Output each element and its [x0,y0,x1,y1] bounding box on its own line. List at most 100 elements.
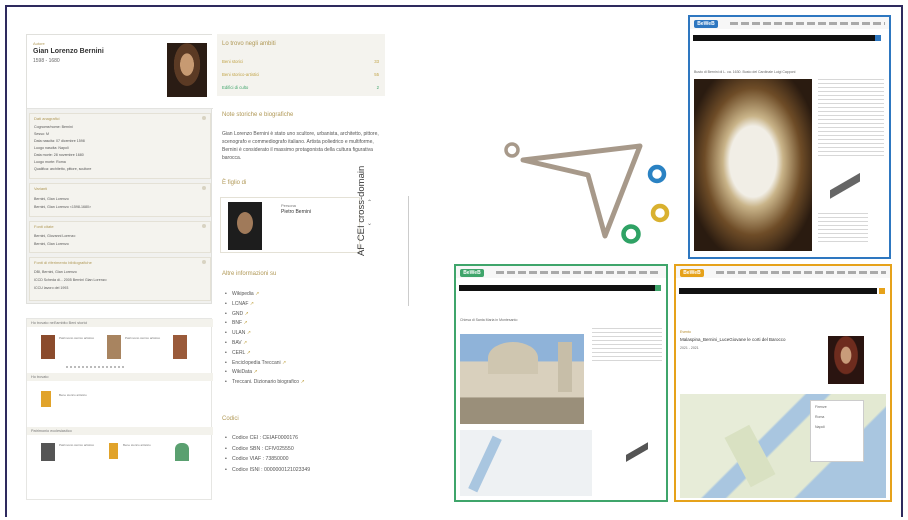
section-anagrafici[interactable]: Dati anagrafici Cognome/nome: Bernini Se… [29,113,211,179]
section-title: Varianti [34,186,48,191]
nav-menu[interactable] [730,22,885,25]
link-gnd[interactable]: GND ↗ [225,311,375,321]
beweb-logo[interactable]: BeWeB [680,269,704,277]
found-count: 2 [376,85,379,90]
bernini-portrait [167,43,207,97]
other-links-list: Wikipedia ↗ LCNAF ↗ GND ↗ BNF ↗ ULAN ↗ B… [225,291,375,389]
beweb-logo[interactable]: BeWeB [694,20,718,28]
external-link-icon: ↗ [243,320,248,327]
section-title: Dati anagrafici [34,116,60,121]
search-bar[interactable] [459,285,655,291]
link-wikidata[interactable]: WikiData ↗ [225,369,375,379]
screenshot-artwork: BeWeB Busto di Bernini di L. ca. 1630. B… [688,15,891,259]
link-bav[interactable]: BAV ↗ [225,340,375,350]
code-sbn: Codice SBN : CFIV025550 [225,446,385,457]
found-link-beni-storici[interactable]: Beni storici [222,59,243,64]
external-link-icon: ↗ [243,339,248,346]
beweb-logo[interactable]: BeWeB [460,269,484,277]
code-isni: Codice ISNI : 0000000121023349 [225,467,385,478]
info-column: Lo trovo negli ambiti Beni storici 33 Be… [217,34,385,504]
expand-icon[interactable] [202,224,206,228]
relation-name[interactable]: Pietro Bernini [281,209,311,215]
chevron-down-icon[interactable]: ⌄ [367,220,372,227]
map-label: Napoli [815,425,825,429]
external-link-icon: ↗ [246,330,251,337]
artwork-thumbnail[interactable] [173,335,187,359]
link-cerl[interactable]: CERL ↗ [225,350,375,360]
link-treccani-dizionario[interactable]: Treccani. Dizionario biografico ↗ [225,379,375,389]
external-link-icon: ↗ [249,300,254,307]
expand-icon[interactable] [202,260,206,264]
section-fonti[interactable]: Fonti citate Bernini, Giovanni Lorenzo B… [29,221,211,253]
map-label: Firenze [815,405,827,409]
artwork-thumbnail[interactable] [41,443,55,461]
external-link-icon: ↗ [300,379,305,386]
search-button[interactable] [655,285,661,291]
church-photo[interactable] [460,334,584,424]
section-bibliografia[interactable]: Fonti di riferimento bibliografiche DBI,… [29,257,211,301]
external-link-icon: ↗ [282,359,287,366]
gallery-item-text[interactable]: Patrimonio storico artistico [59,443,99,447]
gallery-title: Patrimonio ecclesiastico [31,428,72,433]
expand-icon[interactable] [202,186,206,190]
authority-card: Autore Gian Lorenzo Bernini 1598 - 1680 … [26,34,213,304]
church-details [592,328,662,364]
gallery-bar: Patrimonio ecclesiastico [27,427,213,435]
relation-portrait [228,202,262,250]
gallery-item-text[interactable]: Patrimonio storico artistico [59,336,99,340]
expand-icon[interactable] [202,116,206,120]
street-map[interactable] [460,430,592,496]
section-title: Fonti di riferimento bibliografiche [34,260,92,265]
event-title: Malaspina_Bernini_LuceGiovane le corti d… [680,337,786,342]
italy-map-icon [830,167,860,207]
found-link-storico-artistici[interactable]: Beni storico-artistici [222,72,259,77]
chevron-up-icon[interactable]: ⌃ [367,199,372,206]
bust-photo[interactable] [694,79,812,251]
event-dates: 2021 - 2021 [680,346,699,350]
child-of-title: È figlio di [222,180,247,186]
link-ulan[interactable]: ULAN ↗ [225,330,375,340]
search-bar[interactable] [693,35,877,41]
search-button[interactable] [879,288,885,294]
section-line: ICCU lavoro del 1993 [34,286,69,290]
screenshot-church: BeWeB Chiesa di Santa Maria in Montesant… [454,264,668,502]
search-button[interactable] [875,35,881,41]
map-popup[interactable]: Firenze Roma Napoli [810,400,864,462]
event-eyebrow: Evento [680,330,691,334]
church-icon[interactable] [175,443,189,461]
gallery-item-text[interactable]: Bene storico artistico [59,393,99,397]
document-icon[interactable] [109,443,118,459]
link-treccani[interactable]: Enciclopedia Treccani ↗ [225,360,375,370]
section-varianti[interactable]: Varianti Bernini, Gian Lorenzo Bernini, … [29,183,211,217]
artwork-thumbnail[interactable] [41,335,55,359]
authority-eyebrow: Autore [33,41,45,46]
event-portrait[interactable] [828,336,864,384]
section-line: Data morte: 28 novembre 1680 [34,153,84,157]
artwork-details [818,79,884,159]
gallery-pagination[interactable] [66,366,126,368]
nav-menu[interactable] [716,271,886,274]
relation-label: Persona [281,203,296,208]
search-bar[interactable] [679,288,877,294]
gallery-item-text[interactable]: Patrimonio storico artistico [125,336,165,340]
link-lcnaf[interactable]: LCNAF ↗ [225,301,375,311]
link-bnf[interactable]: BNF ↗ [225,320,375,330]
external-link-icon: ↗ [244,310,249,317]
europe-map[interactable]: Firenze Roma Napoli [680,394,886,498]
artwork-thumbnail[interactable] [107,335,121,359]
section-line: Bernini, Gian Lorenzo <1598-1680> [34,205,92,209]
nav-menu[interactable] [496,271,661,274]
external-link-icon: ↗ [255,291,260,297]
link-wikipedia[interactable]: Wikipedia ↗ [225,291,375,301]
italy-map-icon [626,436,648,470]
label-divider [408,196,409,306]
gallery-item-text[interactable]: Bene storico artistico [123,443,163,447]
found-link-edifici[interactable]: Edifici di culto [222,85,248,90]
authority-header: Autore Gian Lorenzo Bernini 1598 - 1680 [27,35,213,109]
found-title: Lo trovo negli ambiti [222,41,276,47]
relation-card[interactable]: Persona Pietro Bernini [220,197,360,253]
section-line: ICCD Scheda di... 2005 Bernini Gian Lore… [34,278,107,282]
found-in-box: Lo trovo negli ambiti Beni storici 33 Be… [217,34,385,96]
section-line: DBI, Bernini, Gian Lorenzo [34,270,77,274]
document-icon[interactable] [41,391,51,407]
